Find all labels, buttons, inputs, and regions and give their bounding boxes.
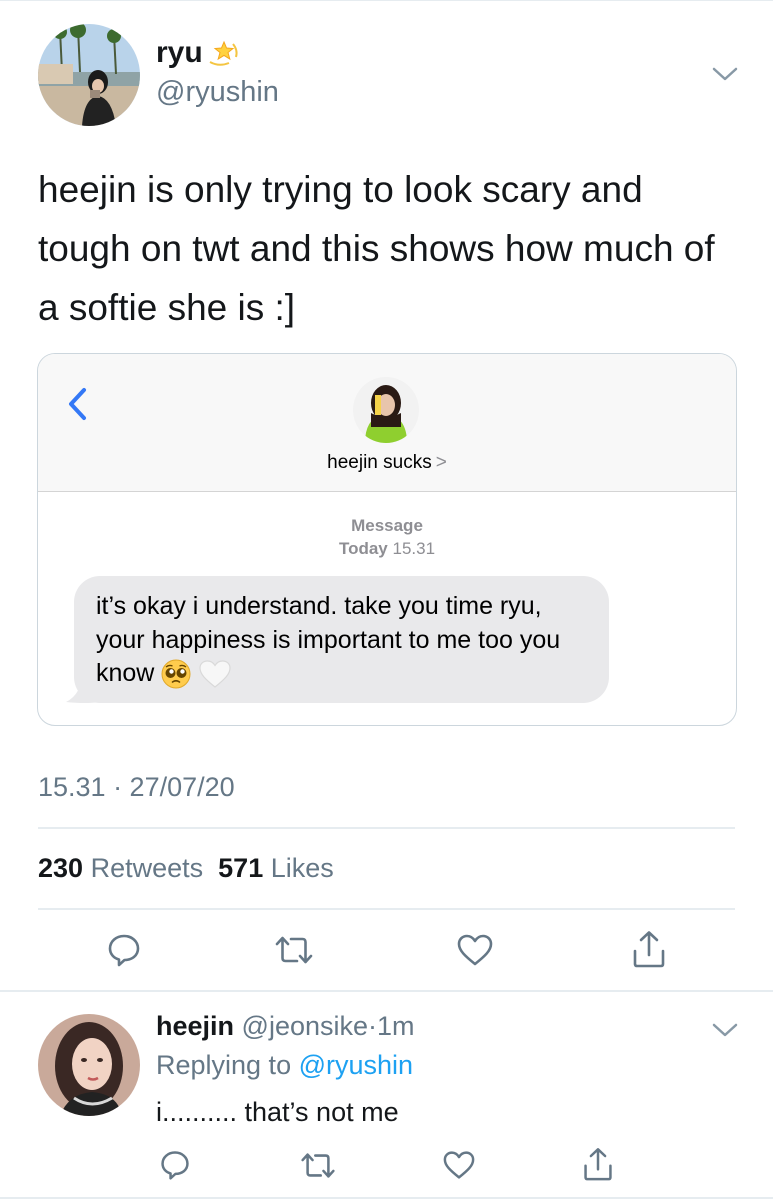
like-button[interactable] xyxy=(453,928,497,972)
reply-share-button[interactable] xyxy=(580,1144,616,1184)
retweet-icon xyxy=(275,936,313,964)
author-name[interactable]: ryu xyxy=(156,36,241,70)
like-icon xyxy=(457,934,493,966)
dizzy-star-icon xyxy=(209,40,238,66)
message-label: Message xyxy=(351,516,423,535)
tweet-text: heejin is only trying to look scary and … xyxy=(38,169,715,328)
replying-to: Replying to @ryushin xyxy=(156,1050,413,1081)
message-time-clock: 15.31 xyxy=(392,539,436,558)
replying-label: Replying to xyxy=(156,1050,292,1080)
share-button[interactable] xyxy=(628,926,670,972)
author-name-text: ryu xyxy=(156,36,203,69)
reply-author-name[interactable]: heejin xyxy=(156,1011,234,1041)
pleading-face-icon xyxy=(161,659,191,689)
retweet-button[interactable] xyxy=(271,928,317,972)
contact-arrow: > xyxy=(435,452,447,473)
reply-author-handle[interactable]: @jeonsike xyxy=(242,1011,368,1041)
messages-header: heejin sucks > xyxy=(38,354,736,492)
reply-button[interactable] xyxy=(104,928,144,972)
stats-top-divider xyxy=(38,827,735,829)
like-count[interactable]: 571 xyxy=(218,853,263,883)
reply-like-button[interactable] xyxy=(440,1146,478,1184)
tweet-stats: 230 Retweets 571 Likes xyxy=(38,853,334,884)
white-heart-icon xyxy=(199,660,231,689)
message-bubble: it’s okay i understand. take you time ry… xyxy=(74,576,609,703)
stats-bottom-divider xyxy=(38,908,735,910)
contact-name: heejin sucks > xyxy=(38,452,736,474)
reply-chevron-down-icon[interactable] xyxy=(711,1020,739,1040)
section-divider xyxy=(0,990,773,992)
tweet-timestamp[interactable]: 15.31 · 27/07/20 xyxy=(38,772,235,803)
reply-icon xyxy=(161,1151,189,1180)
message-info: Message Today 15.31 xyxy=(38,514,736,560)
chevron-down-icon[interactable] xyxy=(711,64,739,84)
reply-separator: · xyxy=(368,1011,378,1041)
embedded-image[interactable]: heejin sucks > Message Today 15.31 it’s o… xyxy=(37,353,737,726)
share-icon xyxy=(584,1148,612,1181)
retweet-count[interactable]: 230 xyxy=(38,853,83,883)
reply-header: heejin @jeonsike·1m xyxy=(156,1011,415,1042)
author-avatar[interactable] xyxy=(38,24,140,126)
reply-time[interactable]: 1m xyxy=(377,1011,415,1041)
like-label[interactable]: Likes xyxy=(271,853,334,883)
retweet-icon xyxy=(301,1152,335,1178)
retweet-label[interactable]: Retweets xyxy=(91,853,204,883)
top-divider xyxy=(0,0,773,1)
replying-handle-link[interactable]: @ryushin xyxy=(299,1050,413,1080)
share-icon xyxy=(633,931,665,968)
reply-reply-button[interactable] xyxy=(157,1146,193,1184)
bottom-divider xyxy=(0,1197,773,1199)
back-chevron-icon xyxy=(69,388,86,420)
reply-icon xyxy=(108,934,140,967)
like-icon xyxy=(443,1151,475,1179)
reply-author-avatar[interactable] xyxy=(38,1014,140,1116)
message-time: Today 15.31 xyxy=(38,537,736,560)
reply-text: i.......... that’s not me xyxy=(156,1097,399,1127)
message-time-day: Today xyxy=(338,539,388,558)
contact-name-text: heejin sucks xyxy=(327,452,432,473)
author-handle[interactable]: @ryushin xyxy=(156,76,279,109)
contact-avatar xyxy=(353,377,419,443)
reply-retweet-button[interactable] xyxy=(298,1146,338,1184)
